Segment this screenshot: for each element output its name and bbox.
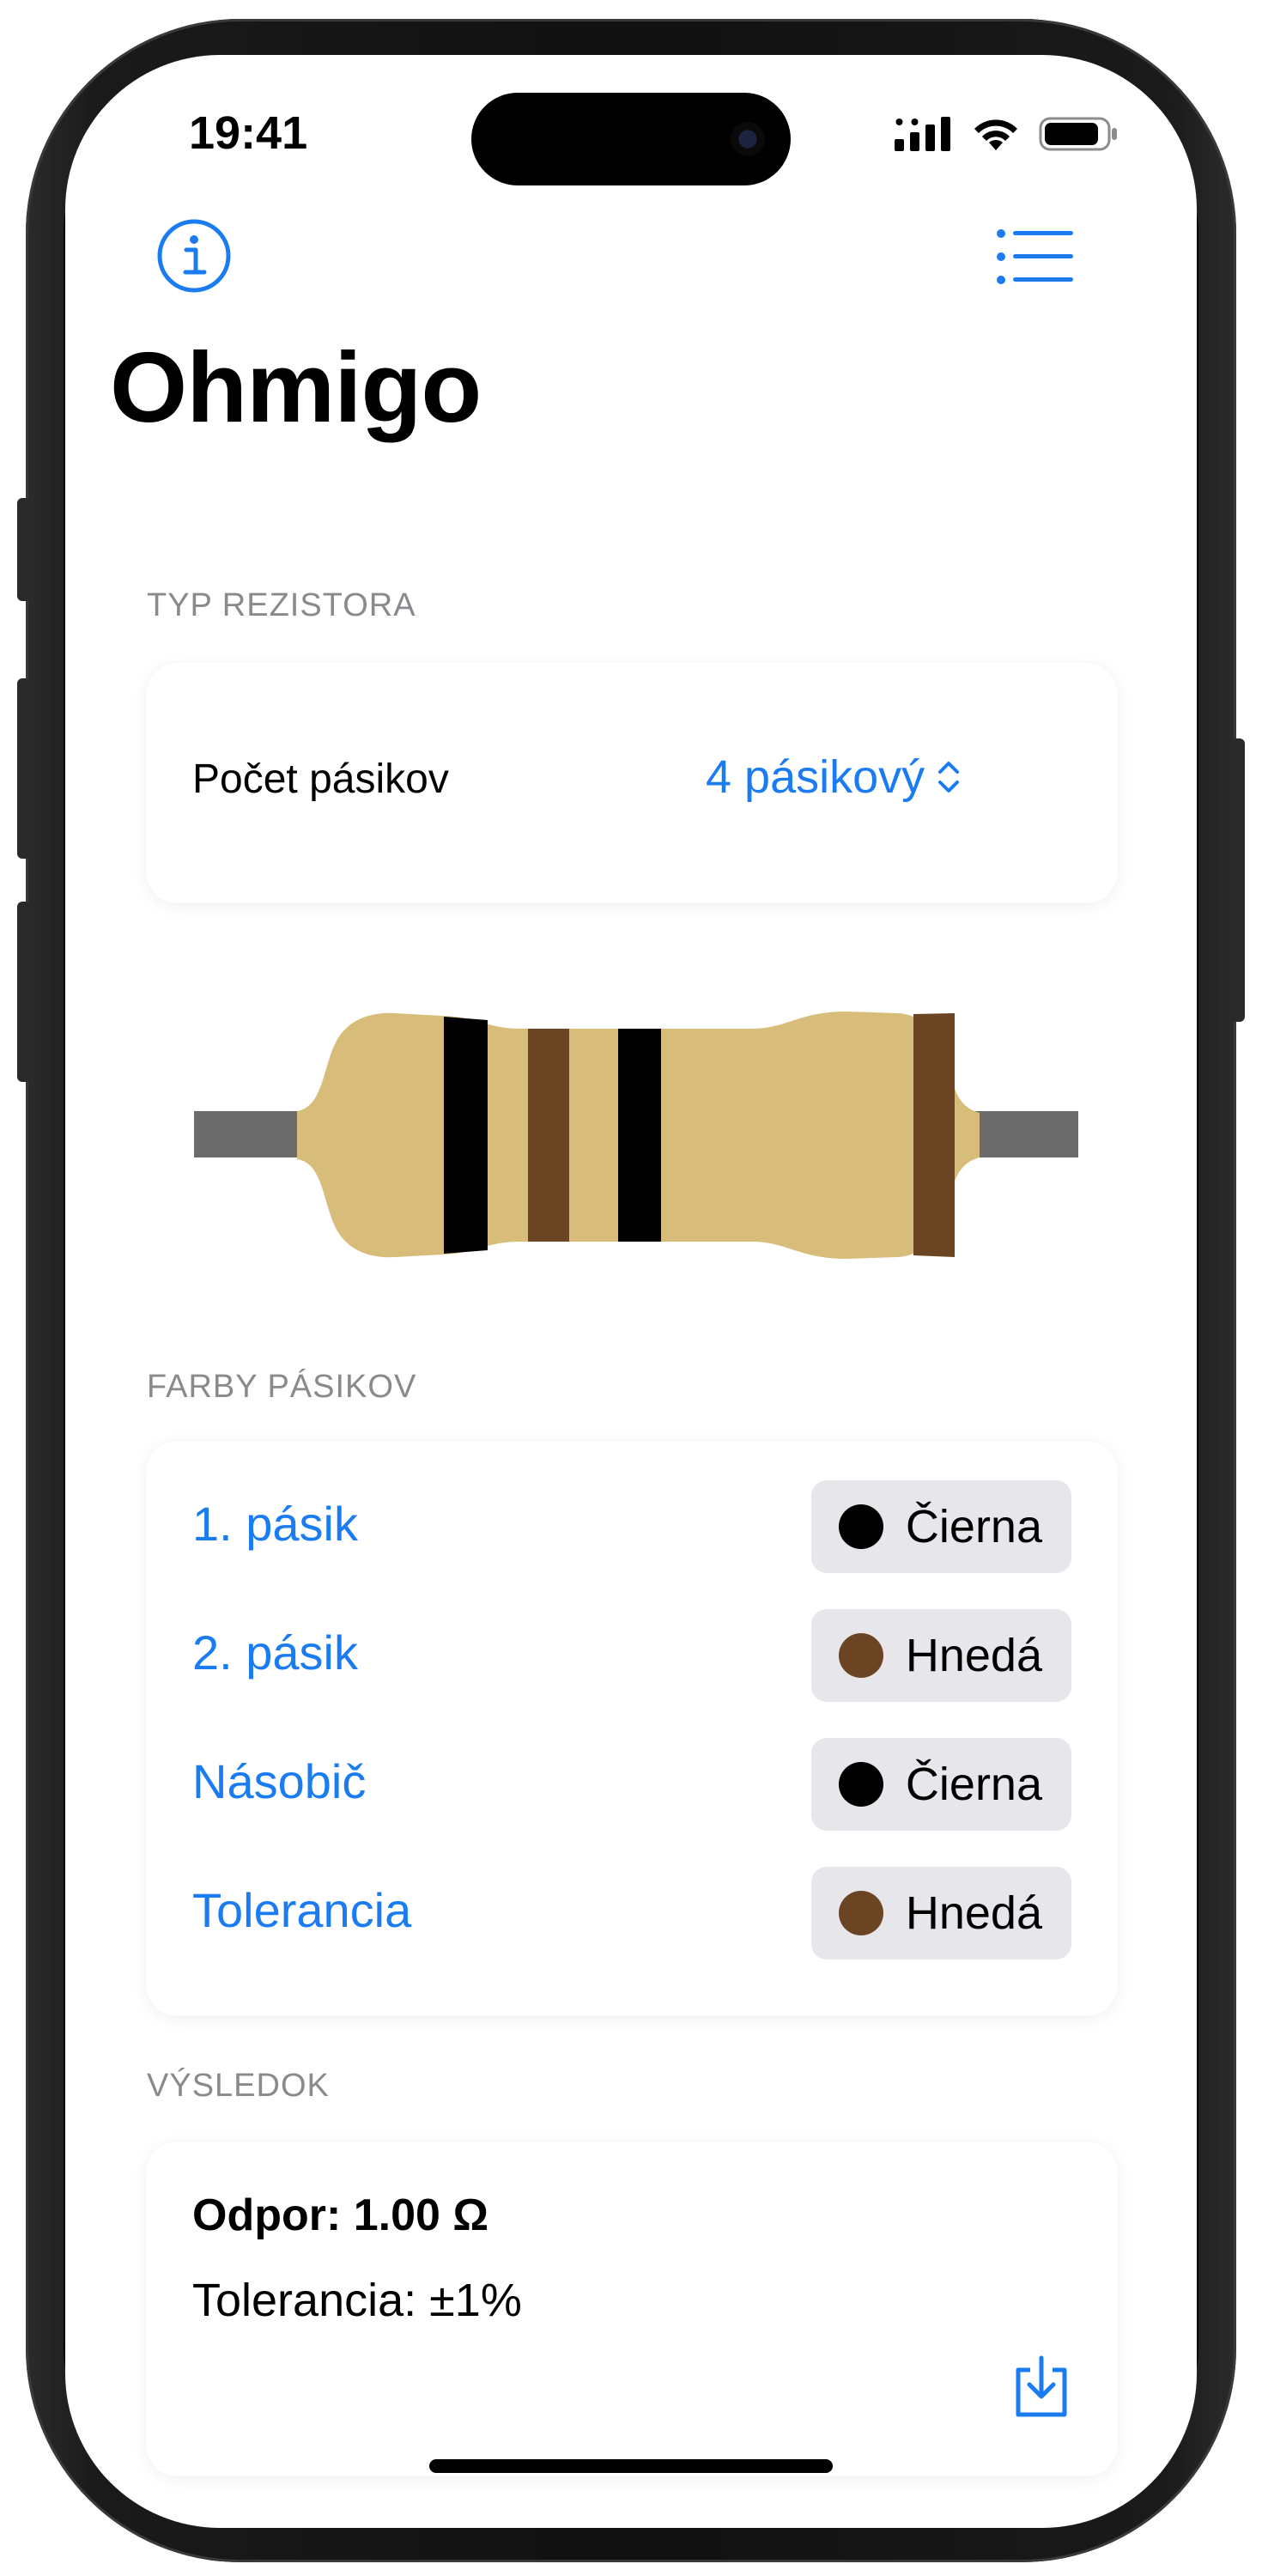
band-count-label: Počet pásikov: [192, 756, 449, 802]
camera-icon: [731, 122, 765, 156]
color-swatch-icon: [838, 1633, 883, 1678]
band-colors-card: 1. pásik Čierna 2. pásik Hnedá Násobič Č…: [146, 1441, 1118, 2016]
dynamic-island: [471, 93, 791, 185]
tolerance-color-name: Hnedá: [905, 1887, 1042, 1939]
info-button[interactable]: [156, 218, 232, 294]
section-header-resistor-type: TYP REZISTORA: [147, 587, 416, 623]
resistor-lead-right: [967, 1111, 1078, 1157]
color-swatch-icon: [838, 1762, 883, 1807]
section-header-result: VÝSLEDOK: [147, 2068, 330, 2104]
result-card: Odpor: 1.00 Ω Tolerancia: ±1%: [146, 2142, 1118, 2476]
band-2-color-picker[interactable]: Hnedá: [810, 1609, 1071, 1702]
resistor-lead-left: [194, 1111, 306, 1157]
chevron-up-down-icon: [938, 762, 960, 793]
section-header-band-colors: FARBY PÁSIKOV: [147, 1369, 417, 1405]
resistor-band-1: [444, 1017, 488, 1254]
band-row-multiplier: Násobič Čierna: [146, 1729, 1118, 1832]
cellular-signal-icon: [895, 117, 950, 151]
status-icons: [895, 115, 1119, 153]
download-tray-icon: [1016, 2355, 1067, 2417]
band-2-color-name: Hnedá: [905, 1630, 1042, 1681]
multiplier-color-name: Čierna: [905, 1759, 1042, 1810]
band-count-picker[interactable]: 4 pásikový: [706, 750, 961, 804]
wifi-icon: [974, 119, 1017, 150]
band-2-label[interactable]: 2. pásik: [192, 1625, 358, 1680]
band-1-color-picker[interactable]: Čierna: [810, 1480, 1071, 1573]
color-swatch-icon: [838, 1891, 883, 1935]
resistor-band-3: [618, 1029, 661, 1242]
multiplier-color-picker[interactable]: Čierna: [810, 1738, 1071, 1831]
list-button[interactable]: [996, 227, 1075, 287]
band-row-1: 1. pásik Čierna: [146, 1472, 1118, 1575]
band-row-2: 2. pásik Hnedá: [146, 1601, 1118, 1704]
page-title: Ohmigo: [110, 331, 482, 443]
resistor-band-4: [913, 1013, 955, 1257]
power-button: [1231, 738, 1245, 1022]
band-row-tolerance: Tolerancia Hnedá: [146, 1858, 1118, 1961]
volume-up-button: [17, 678, 31, 859]
resistor-type-card: Počet pásikov 4 pásikový: [146, 663, 1118, 903]
battery-icon: [1039, 117, 1117, 151]
band-1-label[interactable]: 1. pásik: [192, 1496, 358, 1552]
tolerance-color-picker[interactable]: Hnedá: [810, 1867, 1071, 1959]
band-1-color-name: Čierna: [905, 1501, 1042, 1552]
resistor-illustration: [194, 1012, 1078, 1259]
status-time: 19:41: [189, 107, 308, 159]
action-button: [17, 498, 31, 601]
multiplier-label[interactable]: Násobič: [192, 1753, 366, 1809]
list-bullet-icon: [997, 229, 1073, 284]
tolerance-label[interactable]: Tolerancia: [192, 1882, 411, 1938]
volume-down-button: [17, 902, 31, 1082]
home-indicator[interactable]: [429, 2459, 833, 2473]
band-count-value: 4 pásikový: [706, 751, 925, 803]
color-swatch-icon: [838, 1504, 883, 1549]
tolerance-value: Tolerancia: ±1%: [192, 2275, 522, 2326]
resistance-value: Odpor: 1.00 Ω: [192, 2190, 489, 2240]
info-circle-icon: [157, 219, 231, 293]
screen: 19:41 Ohmigo TYP REZISTORA Počet pásikov…: [65, 55, 1197, 2528]
save-button[interactable]: [1011, 2354, 1071, 2420]
resistor-band-2: [528, 1029, 569, 1242]
